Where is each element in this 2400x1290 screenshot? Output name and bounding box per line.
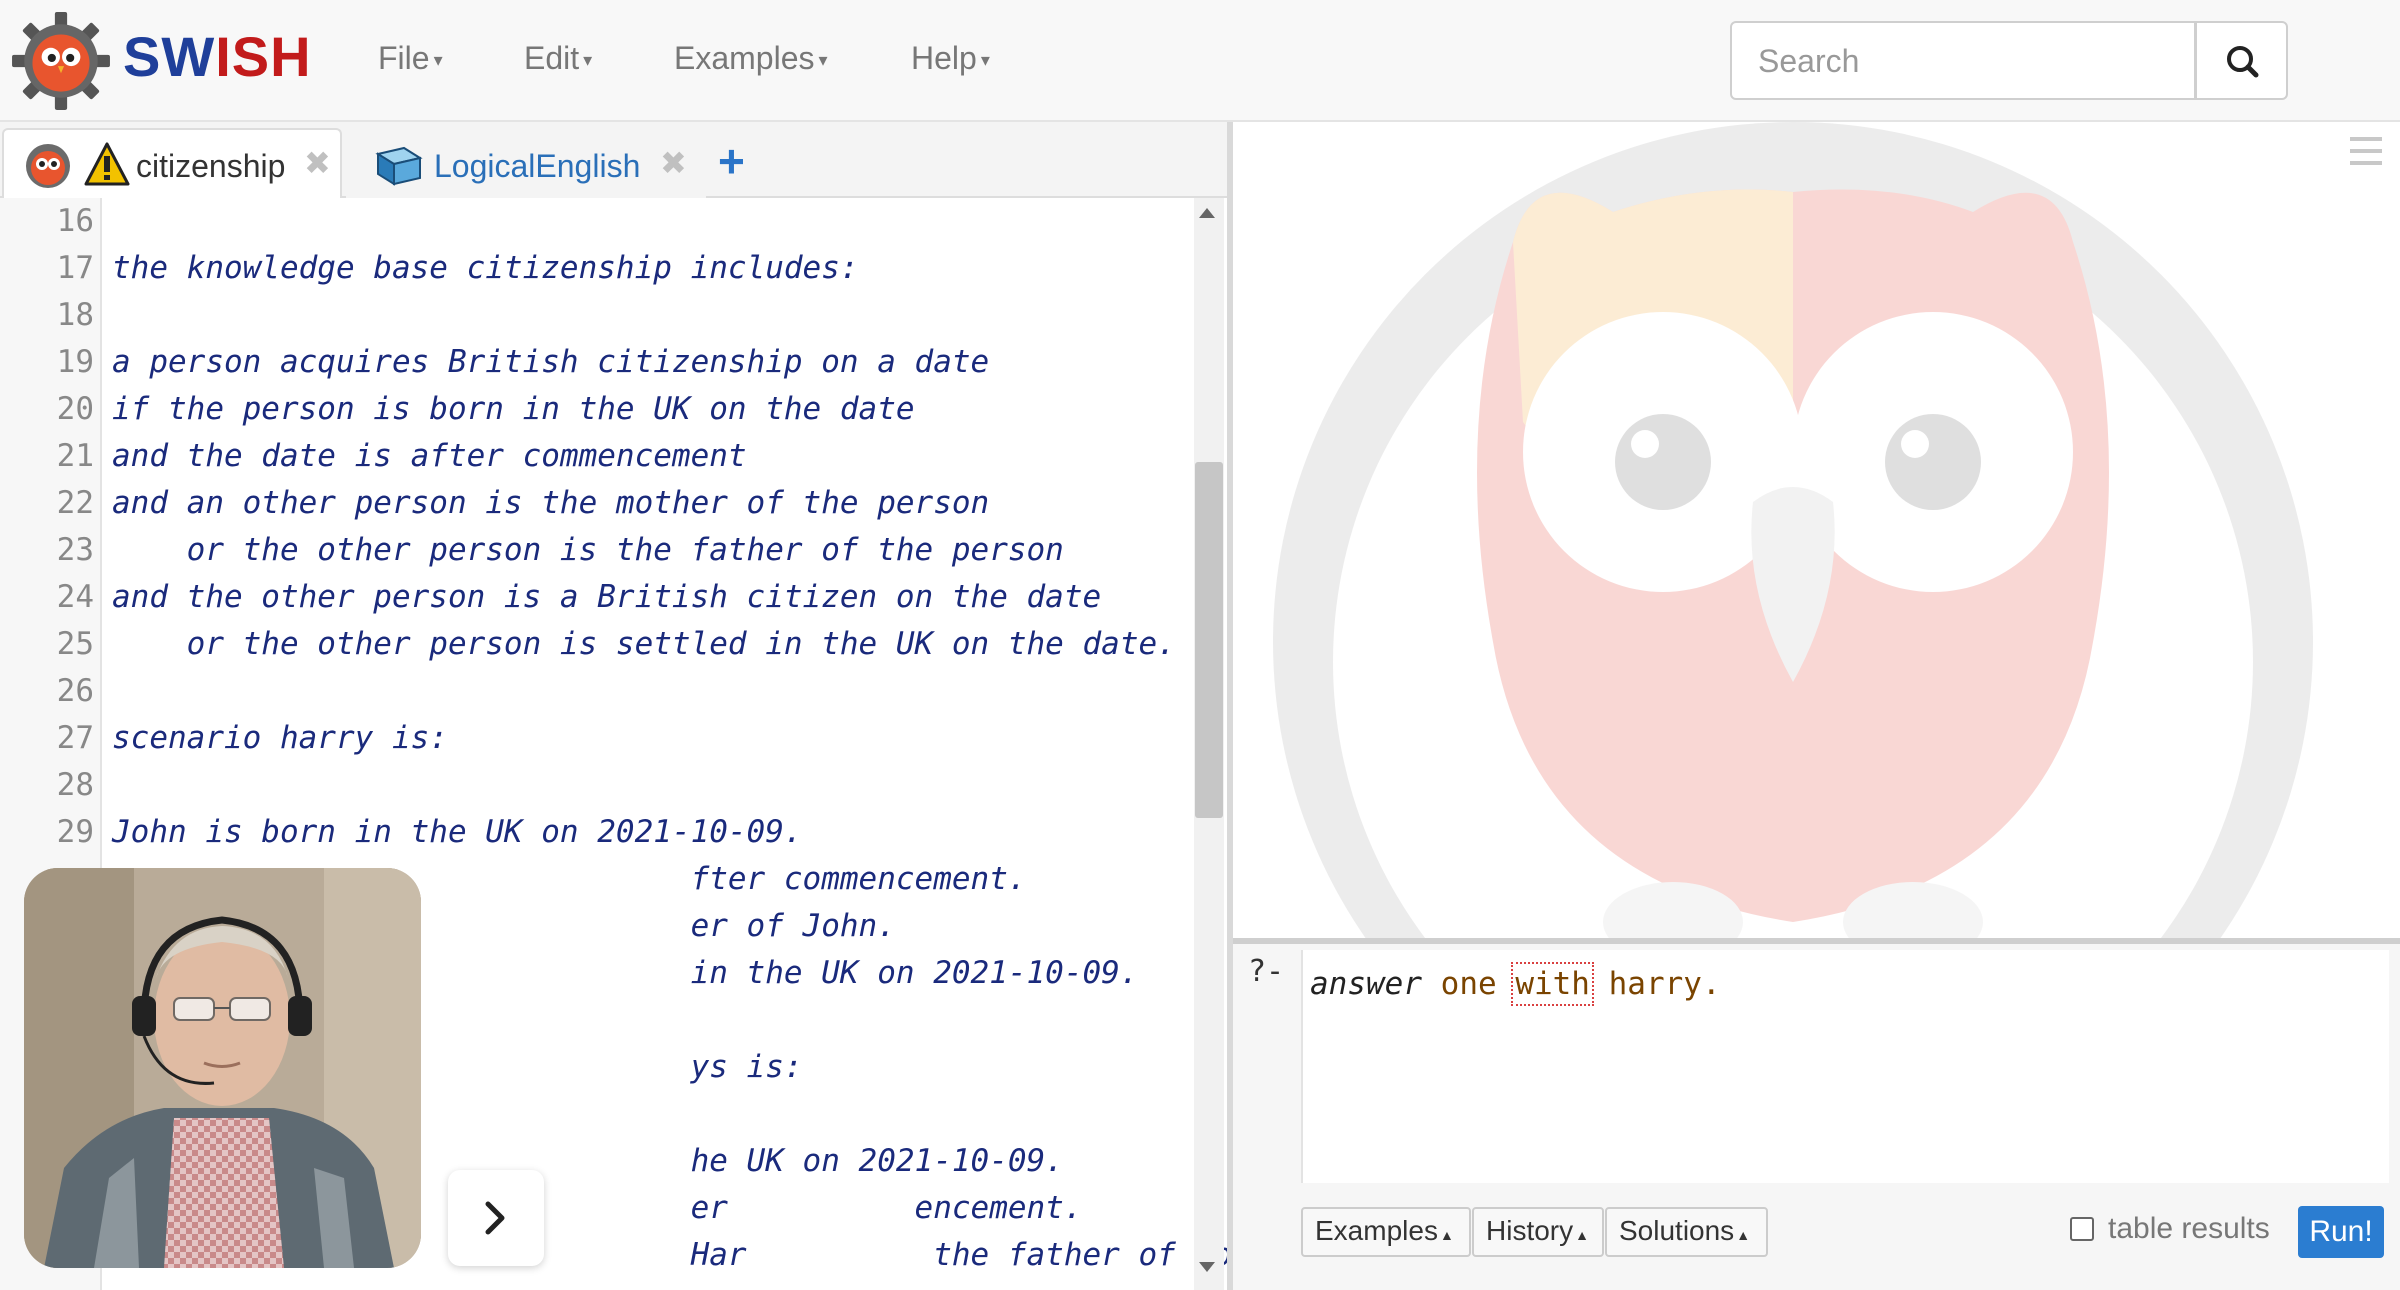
- menu-examples-label: Examples: [674, 40, 815, 76]
- code-text: the knowledge base citizenship includes:: [112, 250, 859, 286]
- swish-owl-watermark: [1273, 122, 2313, 940]
- close-icon[interactable]: ✖: [304, 144, 331, 182]
- menu-edit[interactable]: Edit ▾: [524, 40, 592, 77]
- query-history-label: History: [1486, 1215, 1574, 1246]
- line-number: 28: [56, 767, 94, 803]
- tab-logicalenglish[interactable]: LogicalEnglish ✖: [346, 128, 706, 198]
- menu-file[interactable]: File ▾: [378, 40, 443, 77]
- line-number: 29: [56, 814, 94, 850]
- tab-citizenship[interactable]: citizenship ✖: [2, 128, 342, 198]
- table-results-label[interactable]: table results: [2108, 1212, 2270, 1246]
- scroll-down-arrow-icon[interactable]: [1199, 1262, 1215, 1272]
- line-number: 22: [56, 485, 94, 521]
- caret-up-icon: ▲: [1736, 1227, 1751, 1243]
- caret-down-icon: ▾: [980, 50, 990, 71]
- caret-down-icon: ▾: [818, 50, 828, 71]
- caret-down-icon: ▾: [583, 50, 593, 71]
- line-number: 20: [56, 391, 94, 427]
- line-number: 16: [56, 203, 94, 239]
- line-number: 27: [56, 720, 94, 756]
- warning-icon: [84, 142, 130, 186]
- menu-examples[interactable]: Examples ▾: [674, 40, 828, 77]
- code-text: or the other person is the father of the…: [112, 532, 1064, 568]
- query-token: answer: [1310, 966, 1441, 1002]
- query-token-highlighted: with: [1511, 962, 1594, 1006]
- webcam-video-overlay: [24, 868, 421, 1268]
- code-text: John is born in the UK on 2021-10-09.: [112, 814, 803, 850]
- line-number: 18: [56, 297, 94, 333]
- line-number: 26: [56, 673, 94, 709]
- query-prompt-label: ?-: [1248, 954, 1285, 989]
- search-button[interactable]: [2195, 21, 2288, 100]
- book-icon: [375, 146, 423, 186]
- caret-down-icon: ▾: [433, 50, 443, 71]
- swish-owl-icon: [26, 144, 70, 188]
- editor-scrollbar-thumb[interactable]: [1195, 462, 1223, 818]
- table-results-checkbox[interactable]: [2070, 1217, 2094, 1241]
- scroll-up-arrow-icon[interactable]: [1199, 208, 1215, 218]
- query-examples-button[interactable]: Examples ▲: [1301, 1207, 1471, 1257]
- line-number: 25: [56, 626, 94, 662]
- line-number: 17: [56, 250, 94, 286]
- output-pane: [1233, 122, 2400, 940]
- menu-edit-label: Edit: [524, 40, 580, 76]
- menu-help-label: Help: [911, 40, 977, 76]
- line-number: 19: [56, 344, 94, 380]
- query-text[interactable]: answer one with harry.: [1310, 962, 1721, 1006]
- add-tab-plus-icon[interactable]: +: [718, 134, 745, 188]
- swish-logo-icon[interactable]: [10, 10, 112, 112]
- brand-ish: ISH: [215, 25, 312, 88]
- line-number: 23: [56, 532, 94, 568]
- close-icon[interactable]: ✖: [660, 144, 687, 182]
- query-examples-label: Examples: [1315, 1215, 1438, 1246]
- code-text: or the other person is settled in the UK…: [112, 626, 1176, 662]
- line-number: 24: [56, 579, 94, 615]
- code-text: scenario harry is:: [112, 720, 448, 756]
- code-text: if the person is born in the UK on the d…: [112, 391, 915, 427]
- tab-logicalenglish-label: LogicalEnglish: [434, 148, 641, 184]
- query-history-button[interactable]: History ▲: [1472, 1207, 1604, 1257]
- hamburger-menu-icon[interactable]: [2350, 135, 2382, 167]
- query-token: one: [1440, 966, 1516, 1002]
- caret-up-icon: ▲: [1439, 1227, 1454, 1243]
- code-text: and the date is after commencement: [112, 438, 747, 474]
- search-input[interactable]: Search: [1730, 21, 2196, 100]
- caret-up-icon: ▲: [1575, 1227, 1589, 1243]
- editor-tabbar: citizenship ✖ LogicalEnglish ✖ +: [0, 122, 1227, 198]
- brand-sw: SW: [123, 25, 216, 88]
- menu-file-label: File: [378, 40, 430, 76]
- tab-citizenship-label: citizenship: [136, 148, 286, 184]
- menu-help[interactable]: Help ▾: [911, 40, 990, 77]
- code-text: a person acquires British citizenship on…: [112, 344, 990, 380]
- presenter-video-frame: [24, 868, 421, 1268]
- search-icon: [2227, 46, 2259, 78]
- navbar: SWISH File ▾ Edit ▾ Examples ▾ Help ▾ Search: [0, 0, 2400, 122]
- app-brand[interactable]: SWISH: [123, 24, 312, 89]
- code-text: and the other person is a British citize…: [112, 579, 1102, 615]
- line-number: 21: [56, 438, 94, 474]
- run-button[interactable]: Run!: [2298, 1206, 2384, 1258]
- code-text: and an other person is the mother of the…: [112, 485, 990, 521]
- query-solutions-button[interactable]: Solutions ▲: [1605, 1207, 1768, 1257]
- chevron-right-icon: [485, 1201, 505, 1235]
- query-token: harry.: [1589, 966, 1721, 1002]
- video-next-button[interactable]: [448, 1170, 544, 1266]
- query-solutions-label: Solutions: [1619, 1215, 1735, 1246]
